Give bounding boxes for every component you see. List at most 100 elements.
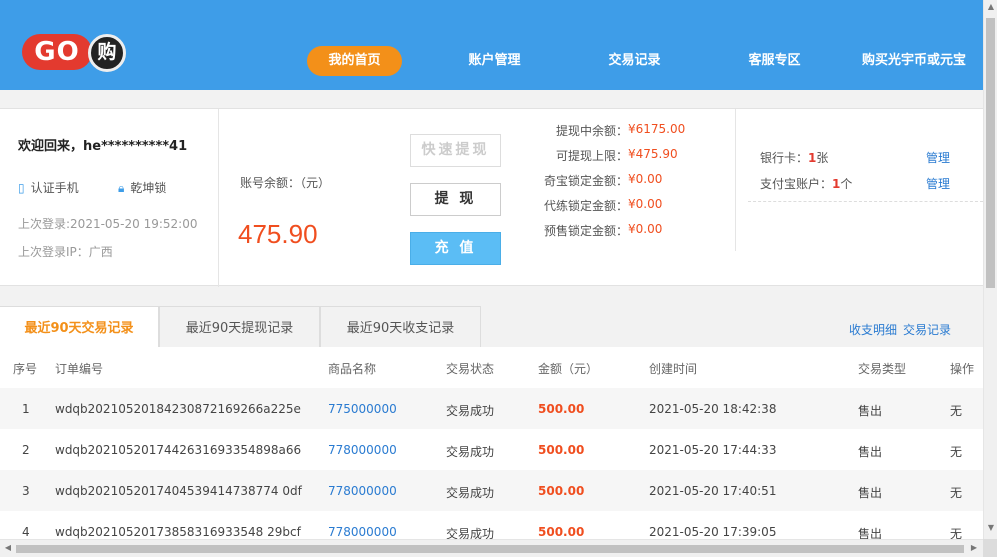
logo-go-text: GO [22, 34, 92, 70]
row-no: 2 [22, 443, 30, 457]
phone-badge-label: 认证手机 [30, 181, 79, 195]
item-link[interactable]: 778000000 [328, 443, 397, 457]
table-row: 3 wdqb2021052017404539414738774 0df 7780… [0, 470, 983, 511]
order-number: wdqb2021052017442631693354898a66 [55, 443, 302, 457]
go-logo[interactable]: GO 购 [22, 34, 126, 72]
col-header: 交易状态 [446, 362, 495, 376]
trade-type: 售出 [858, 445, 883, 459]
created-time: 2021-05-20 17:44:33 [649, 443, 777, 457]
stat-label: 提现中余额： [555, 124, 628, 138]
scroll-left-icon[interactable]: ◀ [1, 543, 15, 552]
logo-gou-text: 购 [88, 34, 126, 72]
row-no: 3 [22, 484, 30, 498]
col-header: 订单编号 [55, 362, 104, 376]
amount: 500.00 [538, 484, 585, 498]
table-row: 1 wdqb20210520184230872169266a225e 77500… [0, 388, 983, 429]
alipay-account-count: 支付宝账户：1个 [760, 177, 853, 191]
stat-label: 可提现上限： [555, 149, 628, 163]
vertical-scrollbar[interactable]: ▲ ▼ [983, 0, 997, 557]
nav-buy-coins[interactable]: 购买光宇币或元宝 [852, 46, 976, 76]
trade-records-link[interactable]: 交易记录 [903, 321, 951, 338]
operation: 无 [950, 527, 963, 539]
nav-service[interactable]: 客服专区 [732, 46, 817, 76]
transaction-table: 序号 订单编号 商品名称 交易状态 金额（元） 创建时间 交易类型 操作 1 w… [0, 347, 983, 539]
item-link[interactable]: 778000000 [328, 525, 397, 539]
scroll-down-icon[interactable]: ▼ [984, 523, 997, 532]
operation: 无 [950, 486, 963, 500]
nav-account[interactable]: 账户管理 [452, 46, 537, 76]
trade-status: 交易成功 [446, 445, 495, 459]
col-header: 金额（元） [538, 362, 599, 376]
table-row: 2 wdqb2021052017442631693354898a66 77800… [0, 429, 983, 470]
withdraw-button[interactable]: 提 现 [410, 183, 501, 216]
horizontal-scroll-thumb[interactable] [16, 545, 964, 553]
manage-alipay-link[interactable]: 管理 [926, 175, 950, 192]
dashed-divider [748, 201, 983, 202]
nav-home[interactable]: 我的首页 [307, 46, 402, 76]
stat-label: 奇宝锁定金额： [543, 174, 628, 188]
divider [218, 109, 219, 287]
manage-bank-link[interactable]: 管理 [926, 149, 950, 166]
row-no: 4 [22, 525, 30, 539]
stat-value: ¥0.00 [628, 222, 663, 236]
phone-verified-badge[interactable]: ▯ 认证手机 [18, 179, 79, 196]
stat-label: 预售锁定金额： [543, 224, 628, 238]
vertical-scroll-thumb[interactable] [986, 18, 995, 288]
top-header: GO 购 我的首页 账户管理 交易记录 客服专区 购买光宇币或元宝 [0, 0, 983, 90]
stat-value: ¥0.00 [628, 197, 663, 211]
created-time: 2021-05-20 17:39:05 [649, 525, 777, 539]
trade-type: 售出 [858, 527, 883, 539]
balance-value: 475.90 [238, 219, 318, 249]
recharge-button[interactable]: 充 值 [410, 232, 501, 265]
balance-label: 账号余额：（元） [240, 176, 331, 190]
record-tabs: 最近90天交易记录 最近90天提现记录 最近90天收支记录 收支明细 交易记录 [0, 306, 983, 348]
amount: 500.00 [538, 443, 585, 457]
trade-type: 售出 [858, 486, 883, 500]
horizontal-scrollbar[interactable]: ◀ ▶ [0, 539, 983, 557]
scroll-right-icon[interactable]: ▶ [967, 543, 981, 552]
last-login: 上次登录:2021-05-20 19:52:00 [18, 217, 198, 231]
income-detail-link[interactable]: 收支明细 [849, 321, 897, 338]
stat-label: 代练锁定金额： [543, 199, 628, 213]
col-header: 交易类型 [858, 362, 907, 376]
phone-icon: ▯ [18, 181, 25, 195]
created-time: 2021-05-20 17:40:51 [649, 484, 777, 498]
col-header: 创建时间 [649, 362, 698, 376]
stat-value: ¥6175.00 [628, 122, 686, 136]
order-number: wdqb2021052017404539414738774 0df [55, 484, 302, 498]
trade-type: 售出 [858, 404, 883, 418]
trade-status: 交易成功 [446, 527, 495, 539]
amount: 500.00 [538, 525, 585, 539]
order-number: wdqb20210520173858316933548 29bcf [55, 525, 301, 539]
table-row: 4 wdqb20210520173858316933548 29bcf 7780… [0, 511, 983, 539]
tab-trade-records[interactable]: 最近90天交易记录 [0, 306, 159, 348]
created-time: 2021-05-20 18:42:38 [649, 402, 777, 416]
last-login-ip: 上次登录IP：广西 [18, 245, 113, 259]
tab-income-records[interactable]: 最近90天收支记录 [320, 306, 481, 348]
welcome-text: 欢迎回来，he**********41 [18, 139, 188, 154]
divider [735, 109, 736, 251]
order-number: wdqb20210520184230872169266a225e [55, 402, 301, 416]
col-header: 序号 [13, 362, 38, 376]
operation: 无 [950, 404, 963, 418]
trade-status: 交易成功 [446, 404, 495, 418]
scroll-up-icon[interactable]: ▲ [984, 2, 997, 11]
stat-value: ¥475.90 [628, 147, 678, 161]
item-link[interactable]: 775000000 [328, 402, 397, 416]
scrollbar-corner [983, 539, 997, 557]
quick-withdraw-button[interactable]: 快速提现 [410, 134, 501, 167]
item-link[interactable]: 778000000 [328, 484, 397, 498]
lock-icon: 🔒︎ [118, 181, 125, 195]
trade-status: 交易成功 [446, 486, 495, 500]
tab-withdraw-records[interactable]: 最近90天提现记录 [159, 306, 320, 348]
amount: 500.00 [538, 402, 585, 416]
lock-badge[interactable]: 🔒︎ 乾坤锁 [118, 179, 166, 196]
bank-card-count: 银行卡：1张 [760, 151, 829, 165]
account-panel: 欢迎回来，he**********41 ▯ 认证手机 🔒︎ 乾坤锁 上次登录:202… [0, 108, 983, 287]
lock-badge-label: 乾坤锁 [130, 181, 167, 195]
row-no: 1 [22, 402, 30, 416]
nav-transactions[interactable]: 交易记录 [592, 46, 677, 76]
operation: 无 [950, 445, 963, 459]
col-header: 操作 [950, 362, 975, 376]
col-header: 商品名称 [328, 362, 377, 376]
